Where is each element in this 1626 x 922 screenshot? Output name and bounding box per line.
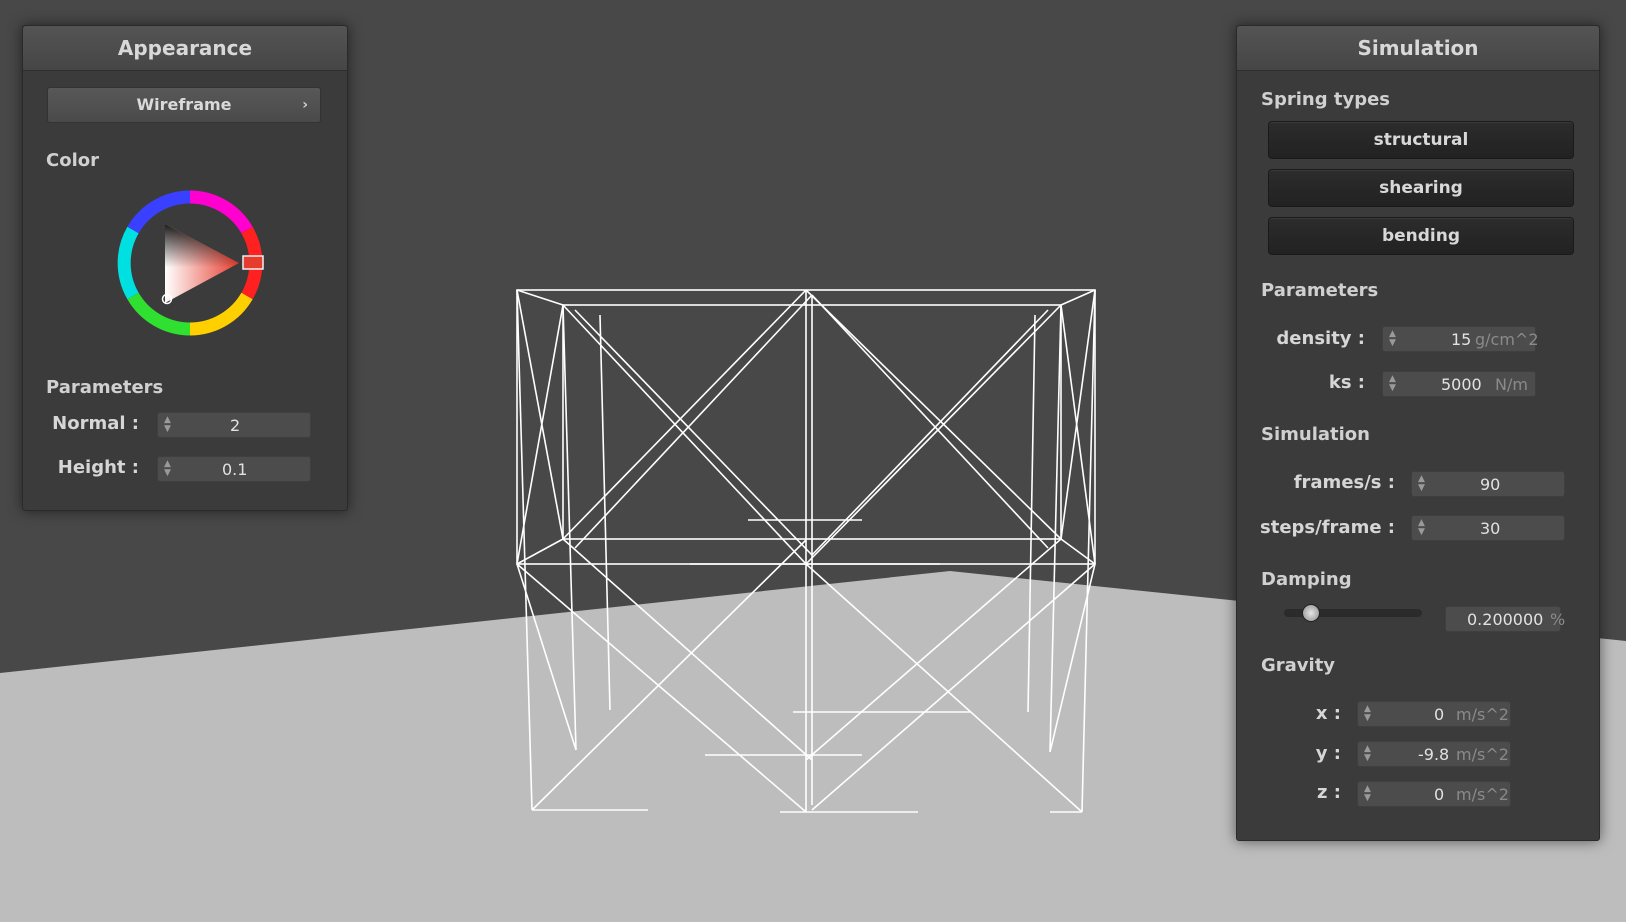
normal-input[interactable]: ▲ ▼ 2 — [157, 412, 311, 438]
render-mode-dropdown[interactable]: Wireframe › — [47, 87, 321, 123]
spinner-icon[interactable]: ▲ ▼ — [1364, 785, 1372, 803]
gravity-z-input[interactable]: ▲ ▼ 0 m/s^2 — [1357, 781, 1511, 807]
density-input[interactable]: ▲ ▼ 15 g/cm^2 — [1382, 326, 1539, 352]
fps-label: frames/s : — [1293, 472, 1395, 493]
gravity-y-unit: m/s^2 — [1456, 745, 1509, 764]
damping-slider[interactable] — [1284, 604, 1422, 622]
shearing-spring-button[interactable]: shearing — [1268, 169, 1574, 207]
height-value: 0.1 — [222, 460, 248, 479]
fps-value: 90 — [1480, 475, 1501, 494]
height-label: Height : — [57, 457, 139, 478]
gravity-x-input[interactable]: ▲ ▼ 0 m/s^2 — [1357, 701, 1511, 727]
render-mode-value: Wireframe — [136, 95, 232, 114]
ks-label: ks : — [1328, 372, 1365, 393]
color-section-label: Color — [46, 150, 99, 171]
ks-unit: N/m — [1495, 375, 1528, 394]
normal-value: 2 — [230, 416, 241, 435]
gravity-y-label: y : — [1315, 743, 1341, 764]
gravity-x-label: x : — [1315, 703, 1341, 724]
simulation-panel-title: Simulation — [1237, 26, 1599, 71]
spinner-icon[interactable]: ▲ ▼ — [1364, 745, 1372, 763]
bending-spring-button[interactable]: bending — [1268, 217, 1574, 255]
density-value: 15 — [1451, 330, 1472, 349]
appearance-panel: Appearance Wireframe › Color Parameters … — [22, 25, 348, 511]
spring-types-label: Spring types — [1261, 89, 1391, 110]
simulation-section-label: Simulation — [1261, 424, 1370, 445]
steps-input[interactable]: ▲ ▼ 30 — [1411, 515, 1565, 541]
damping-unit: % — [1550, 610, 1566, 629]
gravity-y-value: -9.8 — [1418, 745, 1450, 764]
structural-spring-button[interactable]: structural — [1268, 121, 1574, 159]
damping-value: 0.200000 — [1467, 610, 1544, 629]
steps-label: steps/frame : — [1260, 517, 1395, 538]
steps-value: 30 — [1480, 519, 1501, 538]
gravity-label: Gravity — [1261, 655, 1336, 676]
spinner-icon[interactable]: ▲ ▼ — [1418, 519, 1426, 537]
appearance-panel-title: Appearance — [23, 26, 347, 71]
chevron-right-icon: › — [302, 97, 308, 113]
spinner-icon[interactable]: ▲ ▼ — [1389, 330, 1397, 348]
normal-label: Normal : — [52, 413, 139, 434]
gravity-y-input[interactable]: ▲ ▼ -9.8 m/s^2 — [1357, 741, 1511, 767]
gravity-z-value: 0 — [1434, 785, 1445, 804]
gravity-x-unit: m/s^2 — [1456, 705, 1509, 724]
gravity-z-label: z : — [1317, 782, 1341, 803]
spinner-icon[interactable]: ▲ ▼ — [164, 460, 172, 478]
gravity-x-value: 0 — [1434, 705, 1445, 724]
damping-slider-knob[interactable] — [1302, 604, 1320, 622]
gravity-z-unit: m/s^2 — [1456, 785, 1509, 804]
density-label: density : — [1276, 328, 1365, 349]
spinner-icon[interactable]: ▲ ▼ — [1389, 375, 1397, 393]
spinner-icon[interactable]: ▲ ▼ — [1418, 475, 1426, 493]
saturation-triangle-shade — [165, 224, 239, 303]
fps-input[interactable]: ▲ ▼ 90 — [1411, 471, 1565, 497]
simulation-panel: Simulation Spring types structural shear… — [1236, 25, 1600, 841]
damping-input[interactable]: 0.200000 % — [1445, 606, 1565, 632]
spinner-icon[interactable]: ▲ ▼ — [164, 416, 172, 434]
spinner-icon[interactable]: ▲ ▼ — [1364, 705, 1372, 723]
color-wheel[interactable] — [115, 188, 265, 338]
damping-label: Damping — [1261, 569, 1352, 590]
height-input[interactable]: ▲ ▼ 0.1 — [157, 456, 311, 482]
ks-value: 5000 — [1441, 375, 1482, 394]
sim-parameters-label: Parameters — [1261, 280, 1379, 301]
density-unit: g/cm^2 — [1475, 330, 1539, 349]
ks-input[interactable]: ▲ ▼ 5000 N/m — [1382, 371, 1536, 397]
appearance-parameters-label: Parameters — [46, 377, 164, 398]
hue-selector-handle[interactable] — [242, 255, 264, 270]
